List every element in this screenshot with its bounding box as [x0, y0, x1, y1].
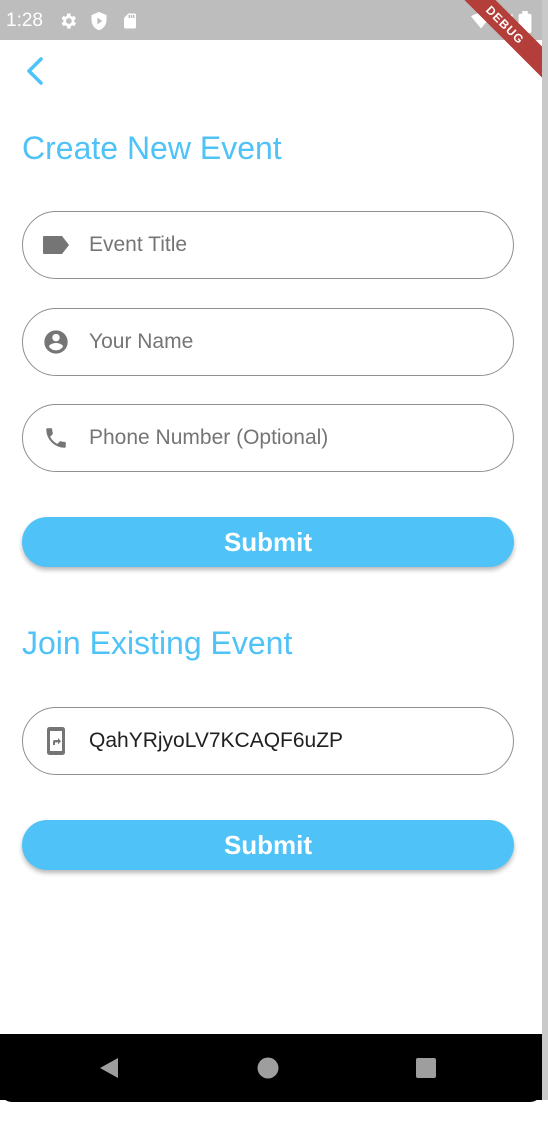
settings-icon — [58, 11, 78, 36]
status-bar: 1:28 DEBUG — [0, 0, 548, 79]
chevron-left-icon — [27, 57, 43, 85]
app-screen: 1:28 DEBUG Create New Event Event Title … — [0, 0, 548, 1122]
create-submit-button[interactable]: Submit — [22, 517, 514, 567]
your-name-input[interactable] — [89, 309, 493, 375]
mobile-forward-icon — [41, 726, 71, 756]
debug-banner: DEBUG — [451, 0, 548, 79]
play-protect-icon — [89, 11, 109, 36]
event-title-field[interactable] — [22, 211, 514, 279]
your-name-field[interactable] — [22, 308, 514, 376]
home-circle-icon[interactable] — [256, 1056, 280, 1085]
account-circle-icon — [41, 327, 71, 357]
label-tag-icon — [41, 230, 71, 260]
phone-number-field[interactable] — [22, 404, 514, 472]
event-code-input[interactable] — [89, 708, 493, 774]
join-event-title: Join Existing Event — [22, 625, 293, 661]
create-event-title: Create New Event — [22, 130, 282, 166]
join-submit-button[interactable]: Submit — [22, 820, 514, 870]
device-bottom-frame — [0, 1100, 548, 1122]
phone-number-input[interactable] — [89, 405, 493, 471]
device-bottom-corner — [0, 1090, 542, 1102]
sd-card-icon — [121, 11, 139, 36]
status-time: 1:28 — [6, 10, 43, 31]
back-button[interactable] — [20, 56, 50, 86]
event-code-field[interactable] — [22, 707, 514, 775]
phone-icon — [41, 423, 71, 453]
recents-square-icon[interactable] — [414, 1056, 438, 1085]
back-triangle-icon[interactable] — [98, 1056, 120, 1085]
device-edge — [542, 0, 548, 1122]
event-title-input[interactable] — [89, 212, 493, 278]
